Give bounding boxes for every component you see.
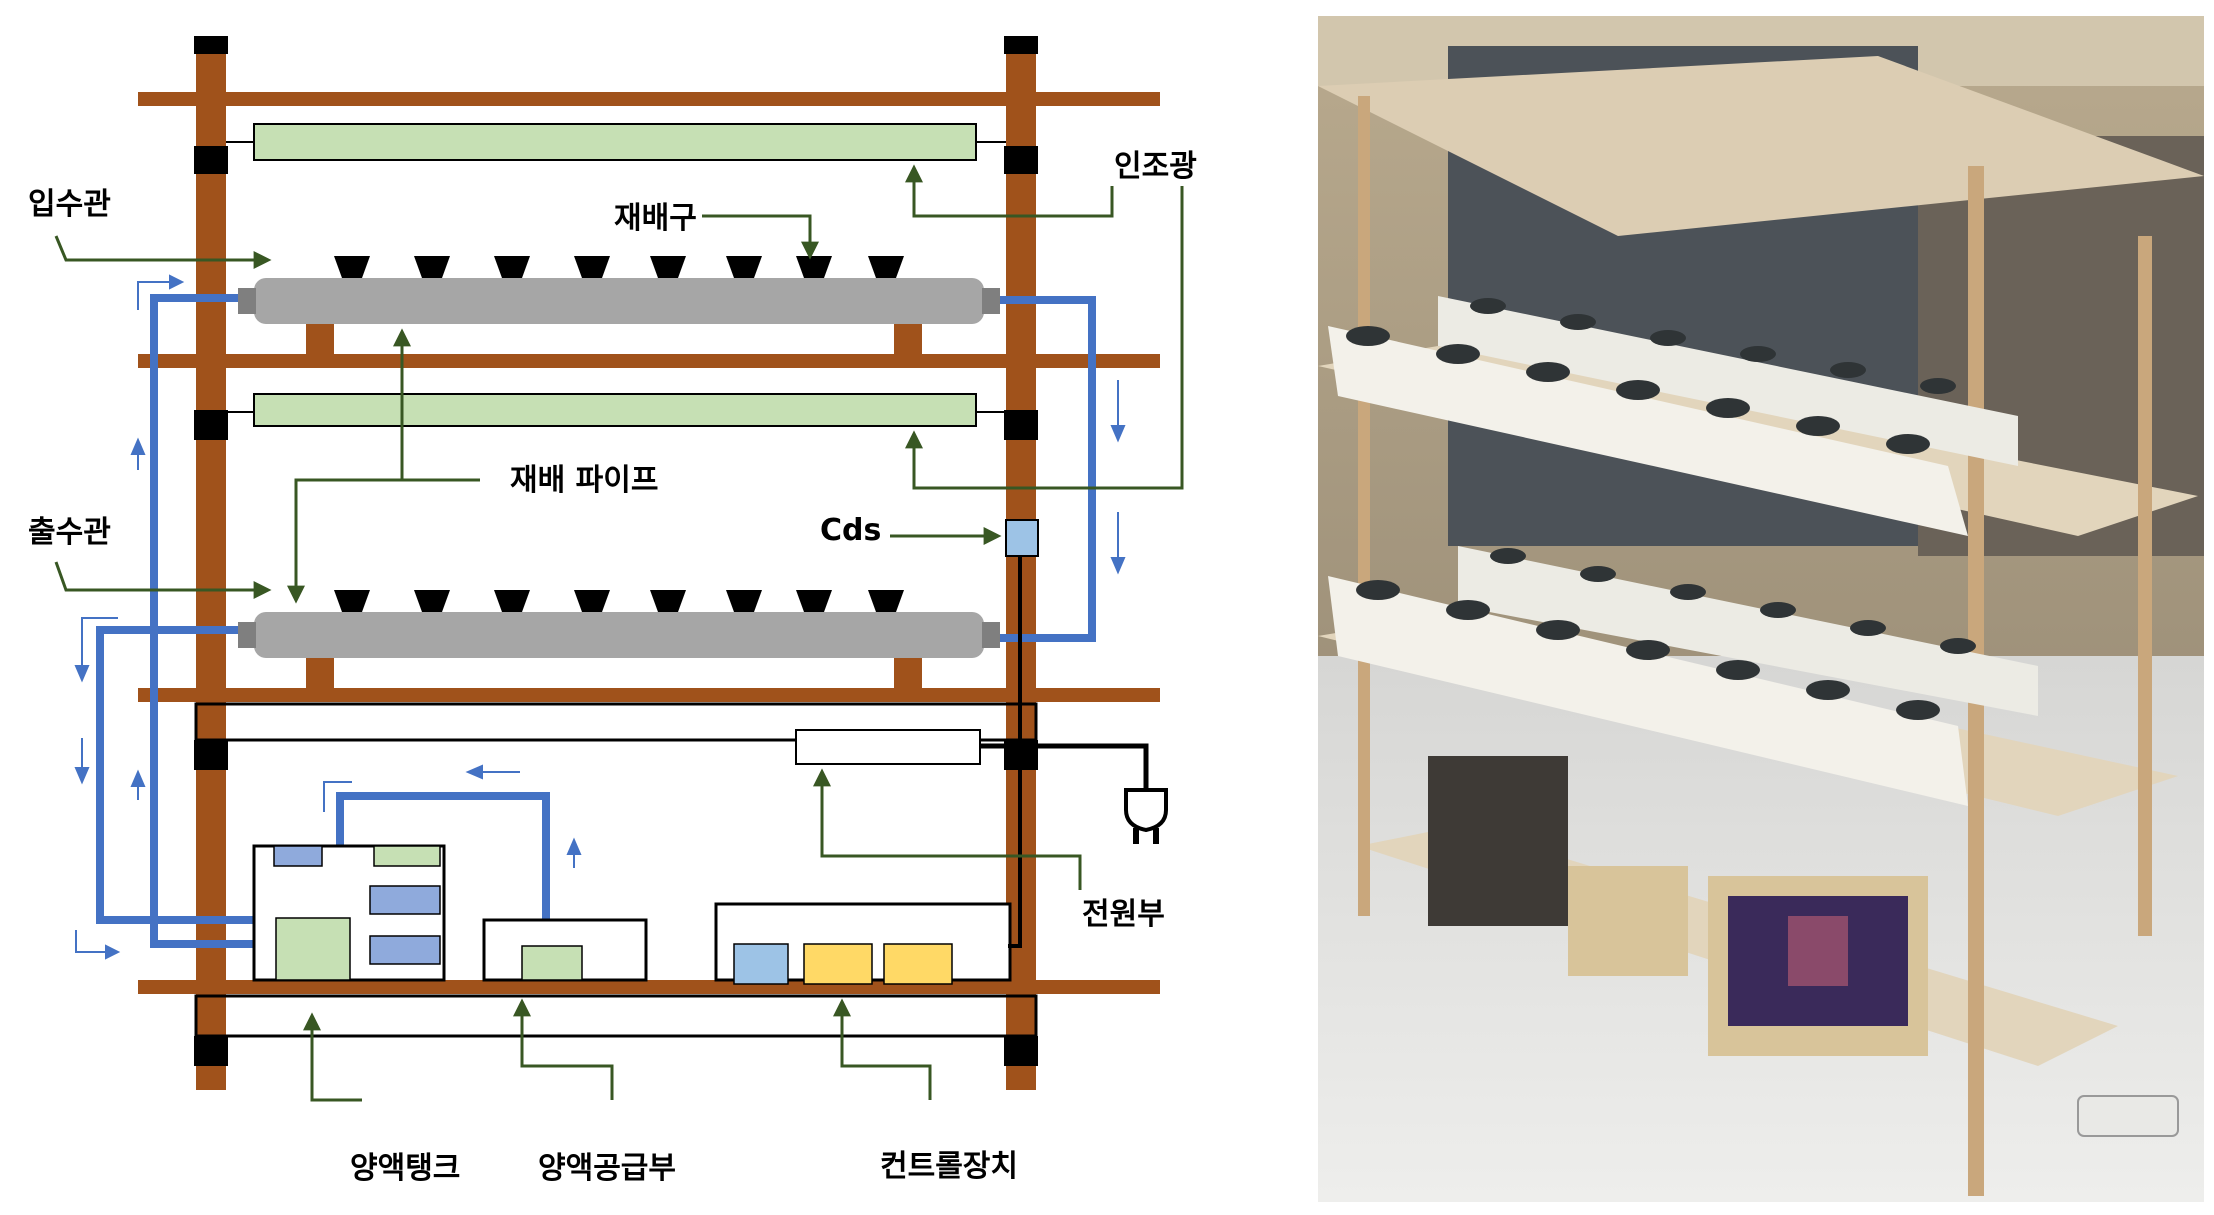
power-unit xyxy=(795,729,981,765)
frame-joint xyxy=(1004,146,1038,174)
outlet-water-line xyxy=(96,626,274,924)
arrow-control-device xyxy=(833,998,932,1100)
shelf-rail-1 xyxy=(138,92,1160,106)
control-module-blue xyxy=(733,943,789,985)
cds-sensor xyxy=(1005,519,1039,557)
figure: 입수관 출수관 재배구 인조광 재배 파이프 Cds 전원부 양액탱크 양액공급… xyxy=(0,0,2214,1211)
label-cultivation-cup: 재배구 xyxy=(614,201,697,236)
label-power-unit: 전원부 xyxy=(1082,897,1165,932)
tank-module xyxy=(369,885,441,915)
tank-pump xyxy=(275,917,351,981)
label-nutrient-supply: 양액공급부 xyxy=(538,1151,676,1186)
pipe-connector xyxy=(238,622,256,648)
cultivation-cup xyxy=(414,256,450,278)
pipe-connector xyxy=(982,622,1000,648)
flow-direction-arrow-icon xyxy=(74,738,90,785)
frame-joint xyxy=(194,410,228,440)
cultivation-pipes xyxy=(238,256,1000,658)
frame-joint xyxy=(194,740,228,770)
cultivation-cup xyxy=(494,590,530,612)
flow-direction-arrow-icon xyxy=(130,437,146,470)
cultivation-pipe-lower xyxy=(254,612,984,658)
frame-joint xyxy=(194,146,228,174)
arrow-nutrient-supply xyxy=(513,998,614,1100)
flow-direction-arrow-icon xyxy=(1110,380,1126,443)
frame-joint xyxy=(194,36,228,54)
label-inlet-pipe: 입수관 xyxy=(28,187,111,222)
flow-direction-arrow-icon xyxy=(130,769,146,800)
label-nutrient-tank: 양액탱크 xyxy=(350,1151,460,1186)
arrow-outlet-pipe xyxy=(54,561,272,599)
arrow-artificial-light-lower xyxy=(905,186,1184,490)
label-cds-sensor: Cds xyxy=(820,513,881,548)
flow-direction-arrow-icon xyxy=(566,837,582,868)
flow-direction-arrow-icon xyxy=(1110,512,1126,575)
pipe-support xyxy=(306,654,334,690)
light-fixture-lower xyxy=(253,393,977,427)
pipe-connector xyxy=(238,288,256,314)
cultivation-cup xyxy=(574,590,610,612)
arrow-inlet-pipe xyxy=(54,235,272,269)
cultivation-cup xyxy=(574,256,610,278)
label-outlet-pipe: 출수관 xyxy=(28,515,111,550)
cultivation-cup xyxy=(726,256,762,278)
cultivation-cup xyxy=(414,590,450,612)
shelf-rail-3 xyxy=(138,688,1160,702)
control-module-yellow xyxy=(803,943,873,985)
cultivation-cup xyxy=(726,590,762,612)
cultivation-cup xyxy=(796,590,832,612)
control-module-yellow xyxy=(883,943,953,985)
pipe-support xyxy=(306,320,334,356)
flow-direction-arrow-icon xyxy=(75,930,121,960)
cultivation-cup xyxy=(796,256,832,278)
cultivation-cup xyxy=(650,256,686,278)
cultivation-cup xyxy=(334,256,370,278)
arrow-cultivation-pipe-lower xyxy=(287,478,480,604)
cultivation-cup xyxy=(494,256,530,278)
flow-direction-arrow-icon xyxy=(137,274,185,310)
label-cultivation-pipe: 재배 파이프 xyxy=(510,463,658,498)
tank-module xyxy=(273,845,323,867)
arrow-cultivation-cup xyxy=(702,214,819,260)
cultivation-cup xyxy=(868,256,904,278)
power-plug-icon xyxy=(1124,788,1168,844)
frame-joint xyxy=(1004,1036,1038,1066)
frame-joint xyxy=(1004,36,1038,54)
flow-direction-arrow-icon xyxy=(465,764,520,780)
cultivation-cup xyxy=(334,590,370,612)
cultivation-cup xyxy=(650,590,686,612)
pipe-support xyxy=(894,320,922,356)
bottom-shelf-outline xyxy=(194,994,1038,1038)
arrow-nutrient-tank xyxy=(303,1012,362,1102)
supply-pump xyxy=(521,945,583,981)
arrow-power-unit xyxy=(813,768,1082,890)
tank-module xyxy=(369,935,441,965)
pipe-support xyxy=(894,654,922,690)
label-artificial-light: 인조광 xyxy=(1114,149,1197,184)
frame-joint xyxy=(194,1036,228,1066)
label-control-device: 컨트롤장치 xyxy=(880,1149,1018,1184)
hydroponic-system-photo xyxy=(1318,16,2204,1202)
light-fixture-upper xyxy=(253,123,977,161)
shelf-rail-2 xyxy=(138,354,1160,368)
shelf-rail-4 xyxy=(138,980,1160,994)
cultivation-pipe-upper xyxy=(254,278,984,324)
frame-joint xyxy=(1004,410,1038,440)
tank-module xyxy=(373,845,441,867)
pipe-connector xyxy=(982,288,1000,314)
frame-post-left xyxy=(196,38,226,1090)
cultivation-cup xyxy=(868,590,904,612)
